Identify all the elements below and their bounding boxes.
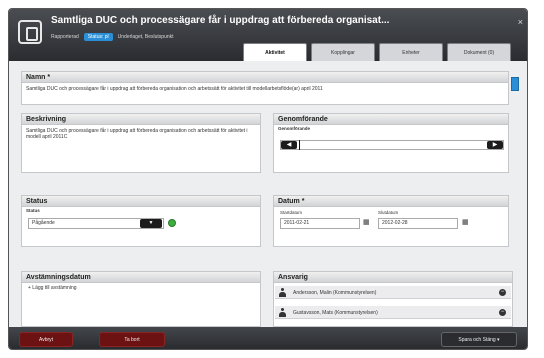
person-icon — [279, 308, 286, 317]
description-panel: Beskrivning Samtliga DUC och processägar… — [21, 113, 261, 173]
list-item[interactable]: Gustavsson, Mats (Kommunstyrelsen) − — [275, 306, 511, 319]
description-heading: Beskrivning — [22, 114, 260, 125]
implementation-heading: Genomförande — [274, 114, 508, 125]
calendar-icon[interactable]: ▦ — [363, 218, 370, 226]
status-label: Status — [26, 208, 40, 213]
arrow-right-icon[interactable]: ▶ — [487, 141, 503, 149]
tab-enheter[interactable]: Enheter — [379, 43, 443, 61]
status-green-icon — [168, 219, 176, 227]
description-field[interactable]: Samtliga DUC och processägare får i uppd… — [22, 125, 260, 143]
close-icon[interactable]: × — [518, 17, 523, 27]
arrow-left-icon[interactable]: ◀ — [281, 141, 297, 149]
implementation-panel: Genomförande Genomförande ◀ ▶ — [273, 113, 509, 173]
chevron-down-icon[interactable]: ▼ — [140, 219, 162, 228]
minus-icon[interactable]: − — [499, 309, 506, 316]
add-reconciliation-link[interactable]: + Lägg till avstämning — [28, 285, 77, 291]
tab-bar: Aktivitet Kopplingar Enheter Dokument (0… — [243, 43, 511, 61]
slider-handle[interactable] — [299, 140, 300, 150]
window-meta: Rapporterad Status: pl Underlaget, Beslu… — [51, 33, 174, 41]
responsible-panel: Ansvarig Andersson, Malin (Kommunstyrels… — [273, 271, 513, 327]
window-title: Samtliga DUC och processägare får i uppd… — [51, 15, 390, 26]
implementation-label: Genomförande — [278, 126, 311, 131]
list-item[interactable]: Andersson, Malin (Kommunstyrelsen) − — [275, 286, 511, 299]
start-date-label: Startdatum — [280, 210, 303, 215]
tab-aktivitet[interactable]: Aktivitet — [243, 43, 307, 61]
cancel-button[interactable]: Avbryt — [19, 332, 73, 347]
implementation-slider[interactable]: ◀ ▶ — [280, 140, 504, 150]
start-date-input[interactable]: 2011-02-21 — [280, 218, 360, 229]
reconciliation-heading: Avstämningsdatum — [22, 272, 260, 283]
document-icon — [18, 20, 42, 44]
person-name: Andersson, Malin (Kommunstyrelsen) — [293, 290, 377, 296]
tab-dokument[interactable]: Dokument (0) — [447, 43, 511, 61]
person-name: Gustavsson, Mats (Kommunstyrelsen) — [293, 310, 378, 316]
tab-kopplingar[interactable]: Kopplingar — [311, 43, 375, 61]
responsible-heading: Ansvarig — [274, 272, 512, 283]
window-header: Samtliga DUC och processägare får i uppd… — [9, 9, 527, 61]
meta-text: Underlaget, Beslutspunkt — [117, 34, 174, 40]
status-badge[interactable]: Status: pl — [83, 33, 113, 41]
footer-bar: Avbryt Ta bort Spara och Stäng ▾ — [9, 327, 527, 349]
name-field[interactable]: Samtliga DUC och processägare får i uppd… — [22, 83, 508, 95]
save-close-button[interactable]: Spara och Stäng ▾ — [441, 332, 517, 347]
calendar-icon[interactable]: ▦ — [462, 218, 469, 226]
meta-label: Rapporterad — [51, 34, 79, 40]
reconciliation-panel: Avstämningsdatum + Lägg till avstämning — [21, 271, 261, 327]
status-panel: Status Status Pågående ▼ — [21, 195, 261, 247]
date-panel: Datum * Startdatum 2011-02-21 ▦ Slutdatu… — [273, 195, 509, 247]
activity-window: Samtliga DUC och processägare får i uppd… — [8, 8, 528, 350]
delete-button[interactable]: Ta bort — [99, 332, 165, 347]
status-heading: Status — [22, 196, 260, 207]
form-body: Namn * Samtliga DUC och processägare får… — [9, 61, 527, 327]
end-date-label: Slutdatum — [378, 210, 399, 215]
name-panel: Namn * Samtliga DUC och processägare får… — [21, 71, 509, 105]
person-icon — [279, 288, 286, 297]
end-date-input[interactable]: 2012-02-28 — [378, 218, 458, 229]
name-heading: Namn * — [22, 72, 508, 83]
minus-icon[interactable]: − — [499, 289, 506, 296]
date-heading: Datum * — [274, 196, 508, 207]
scroll-tab[interactable] — [511, 77, 519, 91]
